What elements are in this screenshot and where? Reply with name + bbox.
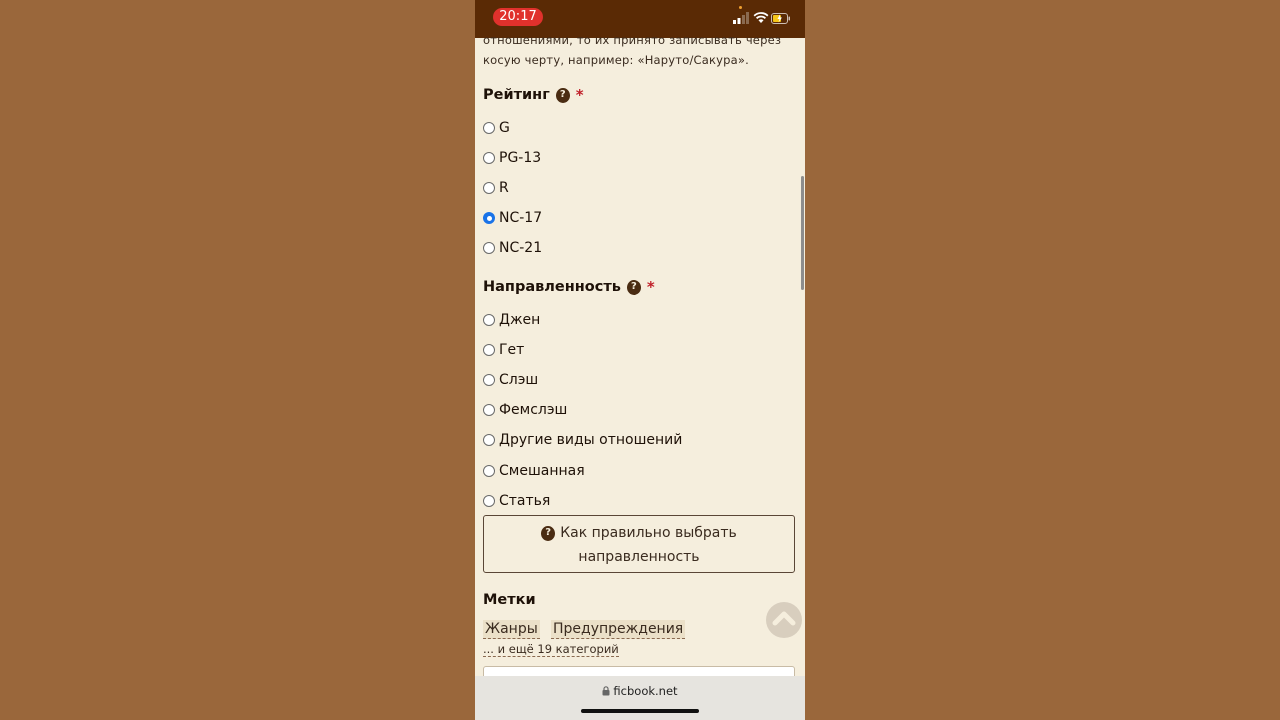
fandom-hint-text: отношениями, то их принято записывать че… <box>483 33 782 67</box>
page-scrollbar[interactable] <box>801 176 804 290</box>
direction-title: Направленность <box>483 279 621 295</box>
camera-indicator-dot <box>739 6 742 9</box>
direction-option-gen[interactable]: Джен <box>483 312 540 328</box>
rating-option-label: NC-21 <box>499 240 543 256</box>
rating-option-label: G <box>499 120 510 136</box>
direction-option-article[interactable]: Статья <box>483 493 550 509</box>
status-time: 20:17 <box>493 8 543 26</box>
direction-help-button[interactable]: ? Как правильно выбрать направленность <box>483 515 795 573</box>
battery-charging-icon <box>771 13 790 24</box>
radio-button[interactable] <box>483 122 495 134</box>
direction-option-het[interactable]: Гет <box>483 342 524 358</box>
rating-option-label: PG-13 <box>499 150 542 166</box>
direction-option-slash[interactable]: Слэш <box>483 372 538 388</box>
tag-category-warnings[interactable]: Предупреждения <box>551 620 686 639</box>
url-display[interactable]: ficbook.net <box>475 684 805 698</box>
wifi-icon <box>753 12 769 23</box>
rating-required-mark: * <box>575 86 584 104</box>
radio-button[interactable] <box>483 242 495 254</box>
direction-option-label: Гет <box>499 342 525 358</box>
radio-button[interactable] <box>483 465 495 477</box>
rating-option-pg13[interactable]: PG-13 <box>483 150 541 166</box>
direction-option-label: Другие виды отношений <box>499 432 683 448</box>
direction-option-label: Слэш <box>499 372 539 388</box>
more-categories-link[interactable]: ... и ещё 19 категорий <box>483 642 619 657</box>
radio-button[interactable] <box>483 495 495 507</box>
rating-option-label: NC-17 <box>499 210 543 226</box>
radio-button-selected[interactable] <box>483 212 495 224</box>
chevron-up-icon <box>772 611 796 626</box>
browser-address-bar[interactable]: ficbook.net <box>475 676 805 720</box>
radio-button[interactable] <box>483 404 495 416</box>
direction-section-title: Направленность ? * <box>483 278 655 296</box>
radio-button[interactable] <box>483 344 495 356</box>
rating-option-g[interactable]: G <box>483 120 510 136</box>
tags-section-title: Метки <box>483 592 536 608</box>
cellular-signal-icon <box>733 12 749 24</box>
rating-section-title: Рейтинг ? * <box>483 86 584 104</box>
rating-option-label: R <box>499 180 509 196</box>
radio-button[interactable] <box>483 314 495 326</box>
home-indicator[interactable] <box>581 709 699 713</box>
direction-help-icon[interactable]: ? <box>626 279 641 295</box>
radio-button[interactable] <box>483 374 495 386</box>
radio-button[interactable] <box>483 152 495 164</box>
radio-button[interactable] <box>483 182 495 194</box>
direction-option-femslash[interactable]: Фемслэш <box>483 402 567 418</box>
rating-option-nc17[interactable]: NC-17 <box>483 210 542 226</box>
rating-help-icon[interactable]: ? <box>555 87 570 103</box>
direction-option-label: Джен <box>499 312 541 328</box>
direction-required-mark: * <box>646 278 655 296</box>
lock-icon <box>602 686 610 696</box>
rating-option-nc21[interactable]: NC-21 <box>483 240 542 256</box>
direction-option-label: Смешанная <box>499 463 585 479</box>
radio-button[interactable] <box>483 434 495 446</box>
phone-screen: 20:17 отношениями, то их принято записыв… <box>475 0 805 720</box>
tags-title: Метки <box>483 592 536 608</box>
scroll-to-top-button[interactable] <box>766 602 802 638</box>
direction-help-label: Как правильно выбрать направленность <box>560 525 737 565</box>
direction-option-label: Статья <box>499 493 551 509</box>
direction-option-other[interactable]: Другие виды отношений <box>483 432 682 448</box>
direction-option-mixed[interactable]: Смешанная <box>483 463 585 479</box>
tag-category-genres[interactable]: Жанры <box>483 620 540 639</box>
question-icon: ? <box>541 525 556 541</box>
url-text: ficbook.net <box>613 684 678 698</box>
rating-title: Рейтинг <box>483 87 550 103</box>
direction-option-label: Фемслэш <box>499 402 568 418</box>
rating-option-r[interactable]: R <box>483 180 509 196</box>
